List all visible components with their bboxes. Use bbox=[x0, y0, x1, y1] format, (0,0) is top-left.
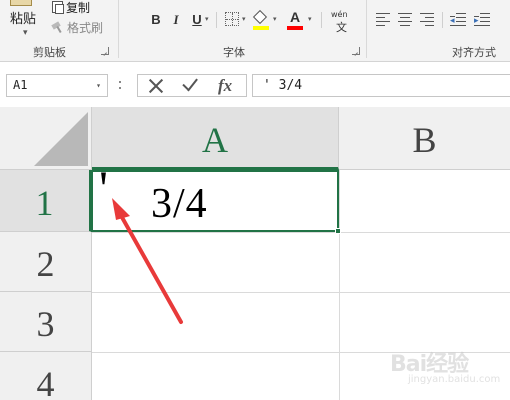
row-header-3[interactable]: 3 bbox=[0, 292, 92, 352]
toolbar-separator bbox=[321, 12, 322, 28]
toolbar-separator bbox=[216, 12, 217, 28]
underline-dropdown-icon[interactable]: ▾ bbox=[205, 15, 209, 23]
borders-dropdown-icon[interactable]: ▾ bbox=[242, 15, 246, 23]
gridline bbox=[92, 292, 510, 293]
phonetic-char: 文 bbox=[336, 21, 347, 34]
font-launcher-icon[interactable] bbox=[352, 47, 360, 55]
select-all-button[interactable] bbox=[0, 107, 92, 170]
underline-button[interactable]: U bbox=[191, 11, 203, 29]
name-box-dropdown-icon[interactable]: ▾ bbox=[96, 75, 101, 96]
borders-icon[interactable] bbox=[225, 12, 239, 26]
align-center-icon[interactable] bbox=[398, 12, 412, 26]
font-color-letter: A bbox=[290, 9, 301, 25]
font-color-icon[interactable]: A bbox=[287, 10, 303, 30]
bold-button[interactable]: B bbox=[149, 11, 163, 29]
ribbon: 粘贴 ▾ 复制 格式刷 剪贴板 B I U ▾ ▾ ▾ A ▾ wén 文 字体 bbox=[0, 0, 510, 62]
paste-button[interactable]: 粘贴 bbox=[10, 8, 36, 27]
bucket-icon bbox=[252, 9, 268, 25]
watermark-sub: jingyan.baidu.com bbox=[408, 374, 501, 385]
name-box[interactable]: A1 ▾ bbox=[6, 74, 108, 97]
increase-indent-icon[interactable]: ▸ bbox=[474, 12, 490, 26]
column-header-b[interactable]: B bbox=[339, 107, 510, 170]
font-group-label: 字体 bbox=[223, 46, 245, 59]
format-painter-button[interactable]: 格式刷 bbox=[52, 20, 104, 35]
phonetic-pinyin: wén bbox=[331, 10, 348, 19]
name-box-value: A1 bbox=[13, 78, 28, 92]
fill-color-icon[interactable] bbox=[252, 9, 269, 30]
align-right-icon[interactable] bbox=[420, 12, 434, 26]
toolbar-separator bbox=[442, 12, 443, 28]
format-painter-icon bbox=[52, 21, 64, 33]
decrease-indent-icon[interactable]: ◂ bbox=[450, 12, 466, 26]
enter-icon[interactable] bbox=[180, 77, 200, 95]
gridline bbox=[339, 170, 340, 400]
clipboard-icon[interactable] bbox=[10, 0, 32, 6]
column-header-a[interactable]: A bbox=[92, 107, 339, 170]
italic-button[interactable]: I bbox=[170, 11, 182, 29]
copy-label: 复制 bbox=[66, 0, 91, 15]
copy-button[interactable]: 复制 bbox=[52, 0, 91, 15]
paste-dropdown-icon[interactable]: ▾ bbox=[23, 27, 28, 38]
fill-handle[interactable] bbox=[335, 228, 341, 234]
cancel-icon[interactable] bbox=[146, 76, 166, 96]
group-divider bbox=[366, 0, 367, 58]
row-header-4[interactable]: 4 bbox=[0, 352, 92, 400]
select-all-icon bbox=[34, 112, 88, 166]
copy-icon bbox=[52, 1, 64, 14]
clipboard-launcher-icon[interactable] bbox=[101, 47, 109, 55]
cell-a1-apostrophe: ' bbox=[99, 160, 109, 216]
font-color-dropdown-icon[interactable]: ▾ bbox=[308, 15, 312, 23]
alignment-group-label: 对齐方式 bbox=[452, 46, 496, 59]
phonetic-guide-icon[interactable]: wén 文 bbox=[331, 10, 351, 34]
formula-buttons: fx bbox=[137, 74, 247, 97]
cell-a1[interactable]: ' 3/4 bbox=[91, 160, 339, 232]
formula-input[interactable]: ' 3/4 bbox=[252, 74, 510, 97]
fill-color-swatch bbox=[253, 26, 269, 30]
font-color-swatch bbox=[287, 26, 303, 30]
row-header-1[interactable]: 1 bbox=[0, 170, 92, 232]
splitter-handle[interactable] bbox=[119, 78, 122, 92]
cell-a1-value: 3/4 bbox=[151, 181, 208, 227]
clipboard-group-label: 剪贴板 bbox=[33, 46, 66, 59]
watermark-logo: Bai经验 jingyan.baidu.com bbox=[390, 340, 508, 394]
formula-bar: A1 ▾ fx ' 3/4 bbox=[0, 69, 510, 103]
format-painter-label: 格式刷 bbox=[67, 20, 104, 35]
fill-color-dropdown-icon[interactable]: ▾ bbox=[273, 15, 277, 23]
function-icon[interactable]: fx bbox=[218, 75, 232, 96]
align-left-icon[interactable] bbox=[376, 12, 390, 26]
group-divider bbox=[118, 0, 119, 58]
row-header-2[interactable]: 2 bbox=[0, 232, 92, 292]
